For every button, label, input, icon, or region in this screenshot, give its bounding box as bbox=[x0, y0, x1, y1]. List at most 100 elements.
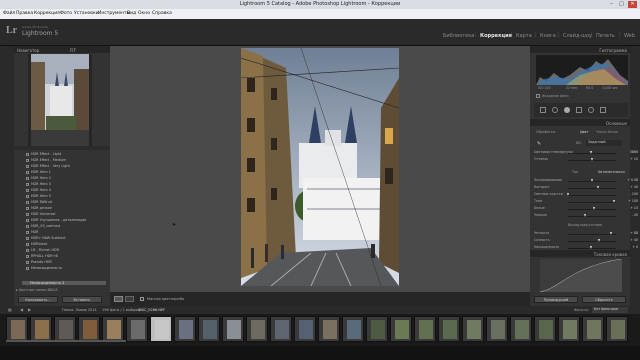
module-develop[interactable]: Коррекция bbox=[480, 33, 512, 39]
shadows-knob[interactable] bbox=[613, 200, 616, 203]
saturation-knob[interactable] bbox=[590, 246, 593, 249]
module-map[interactable]: Карта bbox=[516, 33, 532, 39]
filmstrip-thumbnail[interactable] bbox=[54, 316, 76, 342]
filmstrip-thumbnail[interactable] bbox=[318, 316, 340, 342]
tone-curve-header[interactable]: Тоновая кривая bbox=[530, 250, 630, 257]
tone-curve-graph[interactable] bbox=[539, 258, 623, 293]
preset-item[interactable]: Pseudo HDR bbox=[26, 260, 52, 264]
histogram[interactable] bbox=[536, 55, 628, 85]
vibrance-knob[interactable] bbox=[598, 239, 601, 242]
temperature-slider[interactable]: Цветовая температура 5866 bbox=[534, 150, 638, 156]
preset-item[interactable]: HDR Hero 4 bbox=[26, 188, 51, 192]
filmstrip-thumbnail[interactable] bbox=[438, 316, 460, 342]
preset-item[interactable]: HDR резкое bbox=[26, 206, 52, 210]
menu-file[interactable]: Файл bbox=[3, 11, 15, 16]
navigator-preview[interactable] bbox=[28, 54, 92, 146]
preset-item[interactable]: HDR+ RAW Subtract bbox=[26, 236, 66, 240]
preset-item[interactable]: HDR Hero 1 bbox=[26, 170, 51, 174]
vibrance-track[interactable] bbox=[568, 240, 616, 242]
tint-slider[interactable]: Оттенок + 10 bbox=[534, 157, 638, 163]
menu-edit[interactable]: Правка bbox=[16, 11, 33, 16]
preset-item[interactable]: LR - Filmish HDR bbox=[26, 248, 59, 252]
navigator-zoom[interactable]: FIT bbox=[70, 48, 76, 53]
preset-item[interactable]: HDR Улучшение - детализация bbox=[26, 218, 86, 222]
filmstrip-source[interactable]: Папка: Львов 2014 bbox=[62, 308, 97, 312]
preset-item[interactable]: HDR Effect - Very Light bbox=[26, 164, 70, 168]
filmstrip-thumbnail[interactable] bbox=[246, 316, 268, 342]
adjustment-brush-icon[interactable] bbox=[600, 107, 606, 113]
preset-item[interactable]: HDR Hero 2 bbox=[26, 176, 51, 180]
filmstrip-thumbnail[interactable] bbox=[294, 316, 316, 342]
contrast-track[interactable] bbox=[568, 187, 616, 189]
red-eye-icon[interactable] bbox=[564, 107, 570, 113]
preset-item[interactable]: HDRblack bbox=[26, 242, 48, 246]
whites-knob[interactable] bbox=[593, 207, 596, 210]
module-print[interactable]: Печать bbox=[596, 33, 615, 39]
filmstrip-thumbnail[interactable] bbox=[366, 316, 388, 342]
filmstrip-thumbnail[interactable] bbox=[150, 316, 172, 342]
menu-window[interactable]: Окно bbox=[138, 11, 150, 16]
graduated-filter-icon[interactable] bbox=[576, 107, 582, 113]
highlights-slider[interactable]: Светлые участки - 100 bbox=[534, 192, 638, 198]
filmstrip-thumbnail[interactable] bbox=[78, 316, 100, 342]
basic-panel-header[interactable]: Основные bbox=[530, 119, 630, 126]
clarity-value[interactable]: + 88 bbox=[618, 231, 638, 235]
preset-item[interactable]: HDR Hero 5 bbox=[26, 194, 51, 198]
filmstrip-thumbnail[interactable] bbox=[534, 316, 556, 342]
saturation-slider[interactable]: Насыщенность + 0 bbox=[534, 245, 638, 251]
filmstrip-thumbnail[interactable] bbox=[558, 316, 580, 342]
vibrance-value[interactable]: + 40 bbox=[618, 238, 638, 242]
filmstrip-thumbnail[interactable] bbox=[582, 316, 604, 342]
preset-item[interactable]: HDR bbox=[26, 230, 39, 234]
filmstrip-thumbnail[interactable] bbox=[486, 316, 508, 342]
menu-view[interactable]: Вид bbox=[127, 11, 136, 16]
preset-item[interactable]: HDR Effect - Light bbox=[26, 152, 61, 156]
original-photo-checkbox[interactable] bbox=[536, 94, 540, 98]
menu-settings[interactable]: Установки bbox=[74, 11, 99, 16]
menu-help[interactable]: Справка bbox=[152, 11, 172, 16]
module-slideshow[interactable]: Слайд-шоу bbox=[563, 33, 592, 39]
shadows-value[interactable]: + 100 bbox=[618, 199, 638, 203]
loupe-view-icon[interactable] bbox=[114, 296, 123, 302]
preset-item-selected[interactable]: Ненасыщенность 2 bbox=[22, 281, 106, 285]
wb-select[interactable]: Заданный bbox=[586, 140, 622, 146]
filmstrip-thumbnail[interactable] bbox=[510, 316, 532, 342]
tint-knob[interactable] bbox=[591, 158, 594, 161]
close-button[interactable]: ✕ bbox=[628, 1, 637, 8]
menu-develop[interactable]: Коррекция bbox=[34, 11, 60, 16]
grid-view-icon[interactable]: ▦ bbox=[8, 307, 12, 312]
whites-track[interactable] bbox=[568, 208, 616, 210]
contrast-value[interactable]: + 40 bbox=[618, 185, 638, 189]
clarity-slider[interactable]: Четкость + 88 bbox=[534, 231, 638, 237]
tint-value[interactable]: + 10 bbox=[618, 157, 638, 161]
next-photo-icon[interactable]: ▶ bbox=[28, 307, 31, 312]
treatment-color-option[interactable]: Цвет bbox=[580, 130, 588, 134]
main-photo[interactable] bbox=[241, 48, 399, 286]
highlights-value[interactable]: - 100 bbox=[618, 192, 638, 196]
histogram-header[interactable]: Гистограмма bbox=[530, 46, 630, 53]
previous-settings-button[interactable]: Предыдущий bbox=[534, 296, 578, 303]
blacks-value[interactable]: - 40 bbox=[618, 213, 638, 217]
temperature-value[interactable]: 5866 bbox=[618, 150, 638, 154]
menu-photo[interactable]: Фото bbox=[60, 11, 72, 16]
preset-item[interactable]: HDR Hero 3 bbox=[26, 182, 51, 186]
module-book[interactable]: Книга bbox=[540, 33, 556, 39]
maximize-button[interactable]: □ bbox=[617, 1, 626, 8]
whites-value[interactable]: + 15 bbox=[618, 206, 638, 210]
filmstrip-thumbnail[interactable] bbox=[222, 316, 244, 342]
paste-settings-button[interactable]: Вставить bbox=[62, 296, 102, 303]
filmstrip-thumbnail[interactable] bbox=[102, 316, 124, 342]
preset-group[interactable]: ▸ Цветные линии BW2A bbox=[16, 288, 108, 293]
reset-button[interactable]: Сбросить bbox=[582, 296, 626, 303]
copy-settings-button[interactable]: Копировать... bbox=[18, 296, 58, 303]
preset-item[interactable]: HDR RAW ok bbox=[26, 200, 52, 204]
filmstrip-thumbnail[interactable] bbox=[342, 316, 364, 342]
filmstrip-thumbnail[interactable] bbox=[126, 316, 148, 342]
shadows-slider[interactable]: Тени + 100 bbox=[534, 199, 638, 205]
before-after-view-icon[interactable] bbox=[125, 296, 134, 302]
filmstrip-thumbnail[interactable] bbox=[414, 316, 436, 342]
temperature-knob[interactable] bbox=[590, 151, 593, 154]
treatment-bw-option[interactable]: Черно-белое bbox=[596, 130, 618, 134]
filter-select[interactable]: Без фильтров bbox=[592, 307, 628, 313]
preset-item[interactable]: HDR Universal bbox=[26, 212, 55, 216]
